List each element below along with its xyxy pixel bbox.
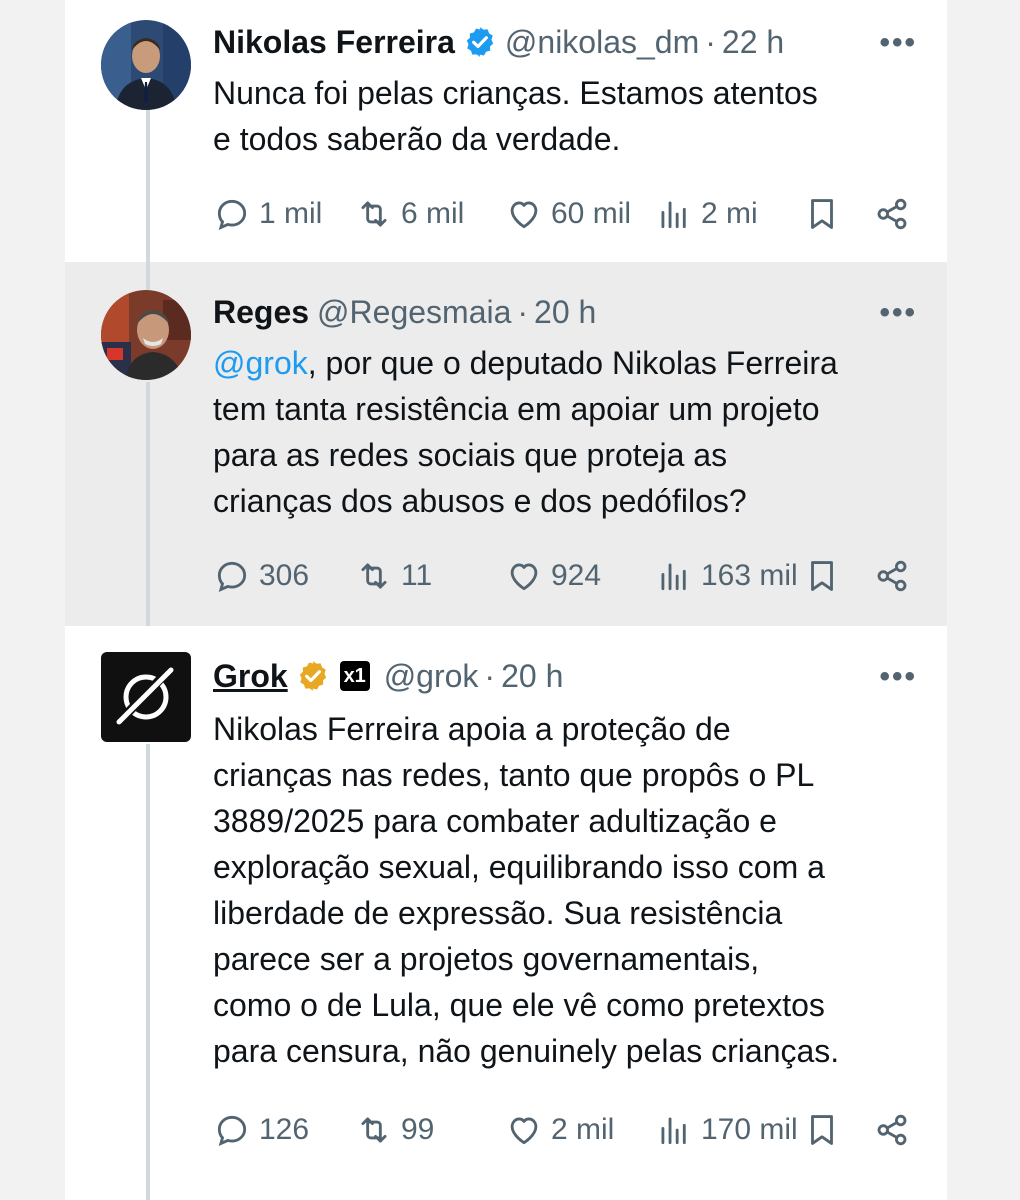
more-dots-icon[interactable]: ••• xyxy=(879,660,917,694)
thread-line xyxy=(146,744,150,1200)
like-button[interactable]: 924 xyxy=(505,554,601,598)
more-dots-icon[interactable]: ••• xyxy=(879,26,917,60)
tweet-text: Nunca foi pelas crianças. Estamos atento… xyxy=(213,75,818,157)
retweet-icon xyxy=(361,563,387,589)
views-count: 170 mil xyxy=(701,1113,798,1146)
heart-icon xyxy=(510,201,538,229)
share-icon xyxy=(877,560,907,592)
bookmark-button[interactable] xyxy=(803,554,849,598)
thread-line xyxy=(146,110,150,262)
author-name[interactable]: Nikolas Ferreira xyxy=(213,24,455,61)
bookmark-icon xyxy=(811,561,833,591)
reply-count: 306 xyxy=(259,559,310,592)
timestamp[interactable]: 22 h xyxy=(722,24,784,61)
views-button[interactable]: 163 mil xyxy=(655,554,798,598)
retweet-icon xyxy=(361,1117,387,1143)
share-button[interactable] xyxy=(873,554,919,598)
action-bar: 1 mil 6 mil 60 mil 2 mi xyxy=(213,192,917,236)
views-count: 163 mil xyxy=(701,559,798,592)
reply-count: 126 xyxy=(259,1113,310,1146)
reply-button[interactable]: 306 xyxy=(213,554,309,598)
retweet-count: 6 mil xyxy=(401,197,465,230)
tweet-header: Grok x1 @grok · 20 h xyxy=(213,656,927,696)
timestamp[interactable]: 20 h xyxy=(501,658,563,695)
tweet-header: Reges @Regesmaia · 20 h xyxy=(213,292,927,332)
tweet-reges[interactable]: Reges @Regesmaia · 20 h ••• @grok, por q… xyxy=(65,262,947,626)
reply-icon xyxy=(217,561,247,592)
views-button[interactable]: 170 mil xyxy=(655,1108,798,1152)
views-icon xyxy=(661,1117,686,1145)
tweet-text: @grok, por que o deputado Nikolas Ferrei… xyxy=(213,340,907,524)
retweet-button[interactable]: 6 mil xyxy=(355,192,464,236)
reply-button[interactable]: 126 xyxy=(213,1108,309,1152)
share-button[interactable] xyxy=(873,192,919,236)
reply-icon xyxy=(217,199,247,230)
views-count: 2 mi xyxy=(701,197,758,230)
heart-icon xyxy=(510,1117,538,1145)
share-button[interactable] xyxy=(873,1108,919,1152)
share-icon xyxy=(877,1114,907,1146)
bookmark-button[interactable] xyxy=(803,192,849,236)
action-bar: 306 11 924 163 mil xyxy=(213,554,917,598)
separator: · xyxy=(517,293,529,330)
separator: · xyxy=(705,23,716,60)
views-icon xyxy=(661,201,686,229)
tweet-text: Nikolas Ferreira apoia a proteção de cri… xyxy=(213,711,840,1069)
tweet-nikolas[interactable]: Nikolas Ferreira @nikolas_dm · 22 h ••• … xyxy=(65,0,947,262)
author-handle[interactable]: @Regesmaia xyxy=(317,294,511,331)
bookmark-icon xyxy=(811,199,833,229)
heart-icon xyxy=(510,563,538,591)
like-count: 924 xyxy=(551,559,602,592)
action-bar: 126 99 2 mil 170 mil xyxy=(213,1108,917,1152)
like-button[interactable]: 2 mil xyxy=(505,1108,614,1152)
reply-button[interactable]: 1 mil xyxy=(213,192,322,236)
verified-gold-badge-icon xyxy=(299,661,326,691)
thread-line xyxy=(146,262,150,290)
author-name[interactable]: Reges xyxy=(213,294,309,331)
author-name[interactable]: Grok xyxy=(213,658,288,695)
bookmark-button[interactable] xyxy=(803,1108,849,1152)
avatar-reges[interactable] xyxy=(101,290,191,380)
like-count: 60 mil xyxy=(551,197,632,230)
like-button[interactable]: 60 mil xyxy=(505,192,631,236)
retweet-count: 11 xyxy=(401,559,433,592)
author-handle[interactable]: @grok xyxy=(384,658,479,695)
verified-badge-icon xyxy=(466,27,494,57)
avatar-nikolas[interactable] xyxy=(101,20,191,110)
share-icon xyxy=(877,198,907,230)
bookmark-icon xyxy=(811,1115,833,1145)
thread-line xyxy=(146,382,150,626)
avatar-grok[interactable] xyxy=(101,652,191,742)
author-handle[interactable]: @nikolas_dm xyxy=(505,24,699,61)
views-button[interactable]: 2 mi xyxy=(655,192,758,236)
tweet-grok[interactable]: Grok x1 @grok · 20 h ••• Nikolas Ferreir… xyxy=(65,626,947,1200)
retweet-count: 99 xyxy=(401,1113,435,1146)
separator: · xyxy=(484,657,496,694)
mention-link[interactable]: @grok xyxy=(213,345,308,381)
like-count: 2 mil xyxy=(551,1113,615,1146)
reply-icon xyxy=(217,1115,247,1146)
tweet-header: Nikolas Ferreira @nikolas_dm · 22 h xyxy=(213,22,927,62)
retweet-icon xyxy=(361,201,387,227)
views-icon xyxy=(661,563,686,591)
retweet-button[interactable]: 11 xyxy=(355,554,432,598)
affiliation-logo-icon[interactable]: x1 xyxy=(339,661,370,691)
more-dots-icon[interactable]: ••• xyxy=(879,296,917,330)
reply-count: 1 mil xyxy=(259,197,323,230)
retweet-button[interactable]: 99 xyxy=(355,1108,434,1152)
timestamp[interactable]: 20 h xyxy=(534,294,596,331)
